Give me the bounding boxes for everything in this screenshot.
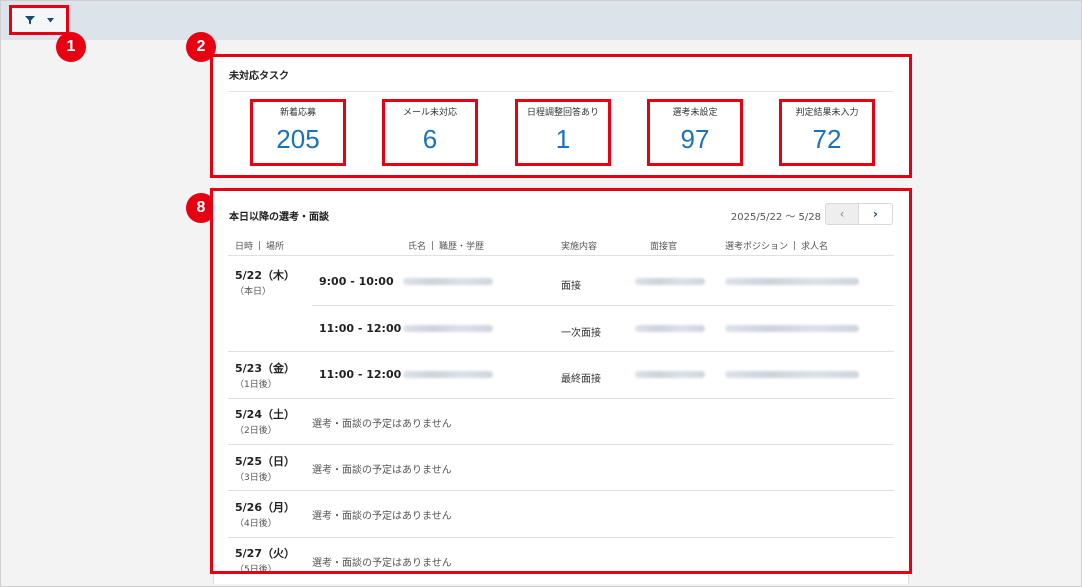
day-relative: （5日後） bbox=[235, 565, 277, 574]
next-week-button[interactable]: › bbox=[859, 203, 893, 225]
separator bbox=[432, 241, 434, 250]
task-label: メール未対応 bbox=[402, 108, 457, 118]
day-relative: （2日後） bbox=[235, 426, 277, 436]
date-range: 2025/5/22 ～ 5/28 bbox=[730, 212, 821, 223]
filter-dropdown-button[interactable] bbox=[9, 5, 69, 35]
redacted-name bbox=[403, 325, 493, 332]
event-time: 9:00 - 10:00 bbox=[319, 275, 394, 288]
col-name: 氏名 bbox=[408, 242, 427, 252]
redacted-name bbox=[403, 371, 493, 378]
day-relative: （1日後） bbox=[235, 380, 277, 390]
task-label: 選考未設定 bbox=[672, 108, 718, 118]
task-label: 日程調整回答あり bbox=[526, 108, 599, 118]
redacted-interviewer bbox=[635, 371, 705, 378]
column-header-date-place: 日時 場所 bbox=[235, 239, 284, 252]
col-history: 職歴・学歴 bbox=[439, 242, 485, 252]
event-content: 一次面接 bbox=[561, 328, 601, 339]
day-date: 5/26（月） bbox=[235, 501, 295, 514]
day-relative: （本日） bbox=[235, 287, 272, 297]
upcoming-schedule-panel: 本日以降の選考・面談 2025/5/22 ～ 5/28 ‹ › 日時 場所 氏名 職… bbox=[210, 188, 912, 574]
task-count: 6 bbox=[422, 124, 438, 154]
redacted-interviewer bbox=[635, 325, 705, 332]
day-date: 5/24（土） bbox=[235, 408, 295, 421]
event-content: 最終面接 bbox=[561, 374, 601, 385]
col-place: 場所 bbox=[266, 242, 285, 252]
no-schedule-text: 選考・面談の予定はありません bbox=[312, 558, 452, 569]
schedule-title: 本日以降の選考・面談 bbox=[229, 212, 329, 223]
task-card-selection-unset[interactable]: 選考未設定 97 bbox=[647, 99, 743, 166]
no-schedule-text: 選考・面談の予定はありません bbox=[312, 465, 452, 476]
redacted-interviewer bbox=[635, 278, 705, 285]
day-relative: （4日後） bbox=[235, 519, 277, 529]
task-label: 新着応募 bbox=[279, 108, 316, 118]
caret-down-icon bbox=[46, 17, 54, 23]
task-count: 205 bbox=[276, 124, 320, 154]
redacted-name bbox=[403, 278, 493, 285]
col-position: 選考ポジション bbox=[725, 242, 789, 252]
prev-week-button[interactable]: ‹ bbox=[825, 203, 859, 225]
day-date: 5/23（金） bbox=[235, 362, 295, 375]
header-divider bbox=[228, 255, 894, 256]
col-job: 求人名 bbox=[801, 242, 829, 252]
row-divider bbox=[228, 537, 894, 538]
day-date: 5/25（日） bbox=[235, 455, 295, 468]
divider bbox=[228, 91, 893, 92]
filter-icon bbox=[24, 15, 35, 25]
task-card-new-applications[interactable]: 新着応募 205 bbox=[250, 99, 346, 166]
column-header-name-history: 氏名 職歴・学歴 bbox=[408, 239, 484, 252]
column-header-position-job: 選考ポジション 求人名 bbox=[725, 239, 828, 252]
chevron-right-icon: › bbox=[873, 207, 878, 221]
column-header-content: 実施内容 bbox=[561, 242, 598, 252]
no-schedule-text: 選考・面談の予定はありません bbox=[312, 419, 452, 430]
pending-tasks-panel: 未対応タスク 新着応募 205 メール未対応 6 日程調整回答あり 1 選考未設… bbox=[210, 54, 912, 178]
day-date: 5/22（木） bbox=[235, 269, 295, 282]
separator bbox=[259, 241, 261, 250]
separator bbox=[794, 241, 796, 250]
day-date: 5/27（火） bbox=[235, 547, 295, 560]
task-count: 1 bbox=[555, 124, 571, 154]
task-card-result-unentered[interactable]: 判定結果未入力 72 bbox=[779, 99, 875, 166]
redacted-position bbox=[725, 325, 859, 332]
redacted-position bbox=[725, 371, 859, 378]
row-divider bbox=[228, 444, 894, 445]
task-card-mail-unhandled[interactable]: メール未対応 6 bbox=[382, 99, 478, 166]
row-divider bbox=[312, 305, 894, 306]
row-divider bbox=[228, 398, 894, 399]
event-time: 11:00 - 12:00 bbox=[319, 368, 402, 381]
column-header-interviewer: 面接官 bbox=[650, 242, 678, 252]
event-content: 面接 bbox=[561, 281, 581, 292]
redacted-position bbox=[725, 278, 859, 285]
day-relative: （3日後） bbox=[235, 473, 277, 483]
callout-badge-1: 1 bbox=[56, 32, 86, 62]
event-time: 11:00 - 12:00 bbox=[319, 322, 402, 335]
task-count: 97 bbox=[680, 124, 710, 154]
row-divider bbox=[228, 351, 894, 352]
row-divider bbox=[228, 490, 894, 491]
task-count: 72 bbox=[812, 124, 842, 154]
pending-tasks-title: 未対応タスク bbox=[229, 71, 289, 82]
col-date: 日時 bbox=[235, 242, 254, 252]
task-label: 判定結果未入力 bbox=[795, 108, 859, 118]
task-card-schedule-reply[interactable]: 日程調整回答あり 1 bbox=[515, 99, 611, 166]
no-schedule-text: 選考・面談の予定はありません bbox=[312, 511, 452, 522]
chevron-left-icon: ‹ bbox=[839, 207, 845, 221]
top-toolbar bbox=[1, 1, 1081, 40]
panel-footer bbox=[213, 574, 909, 584]
